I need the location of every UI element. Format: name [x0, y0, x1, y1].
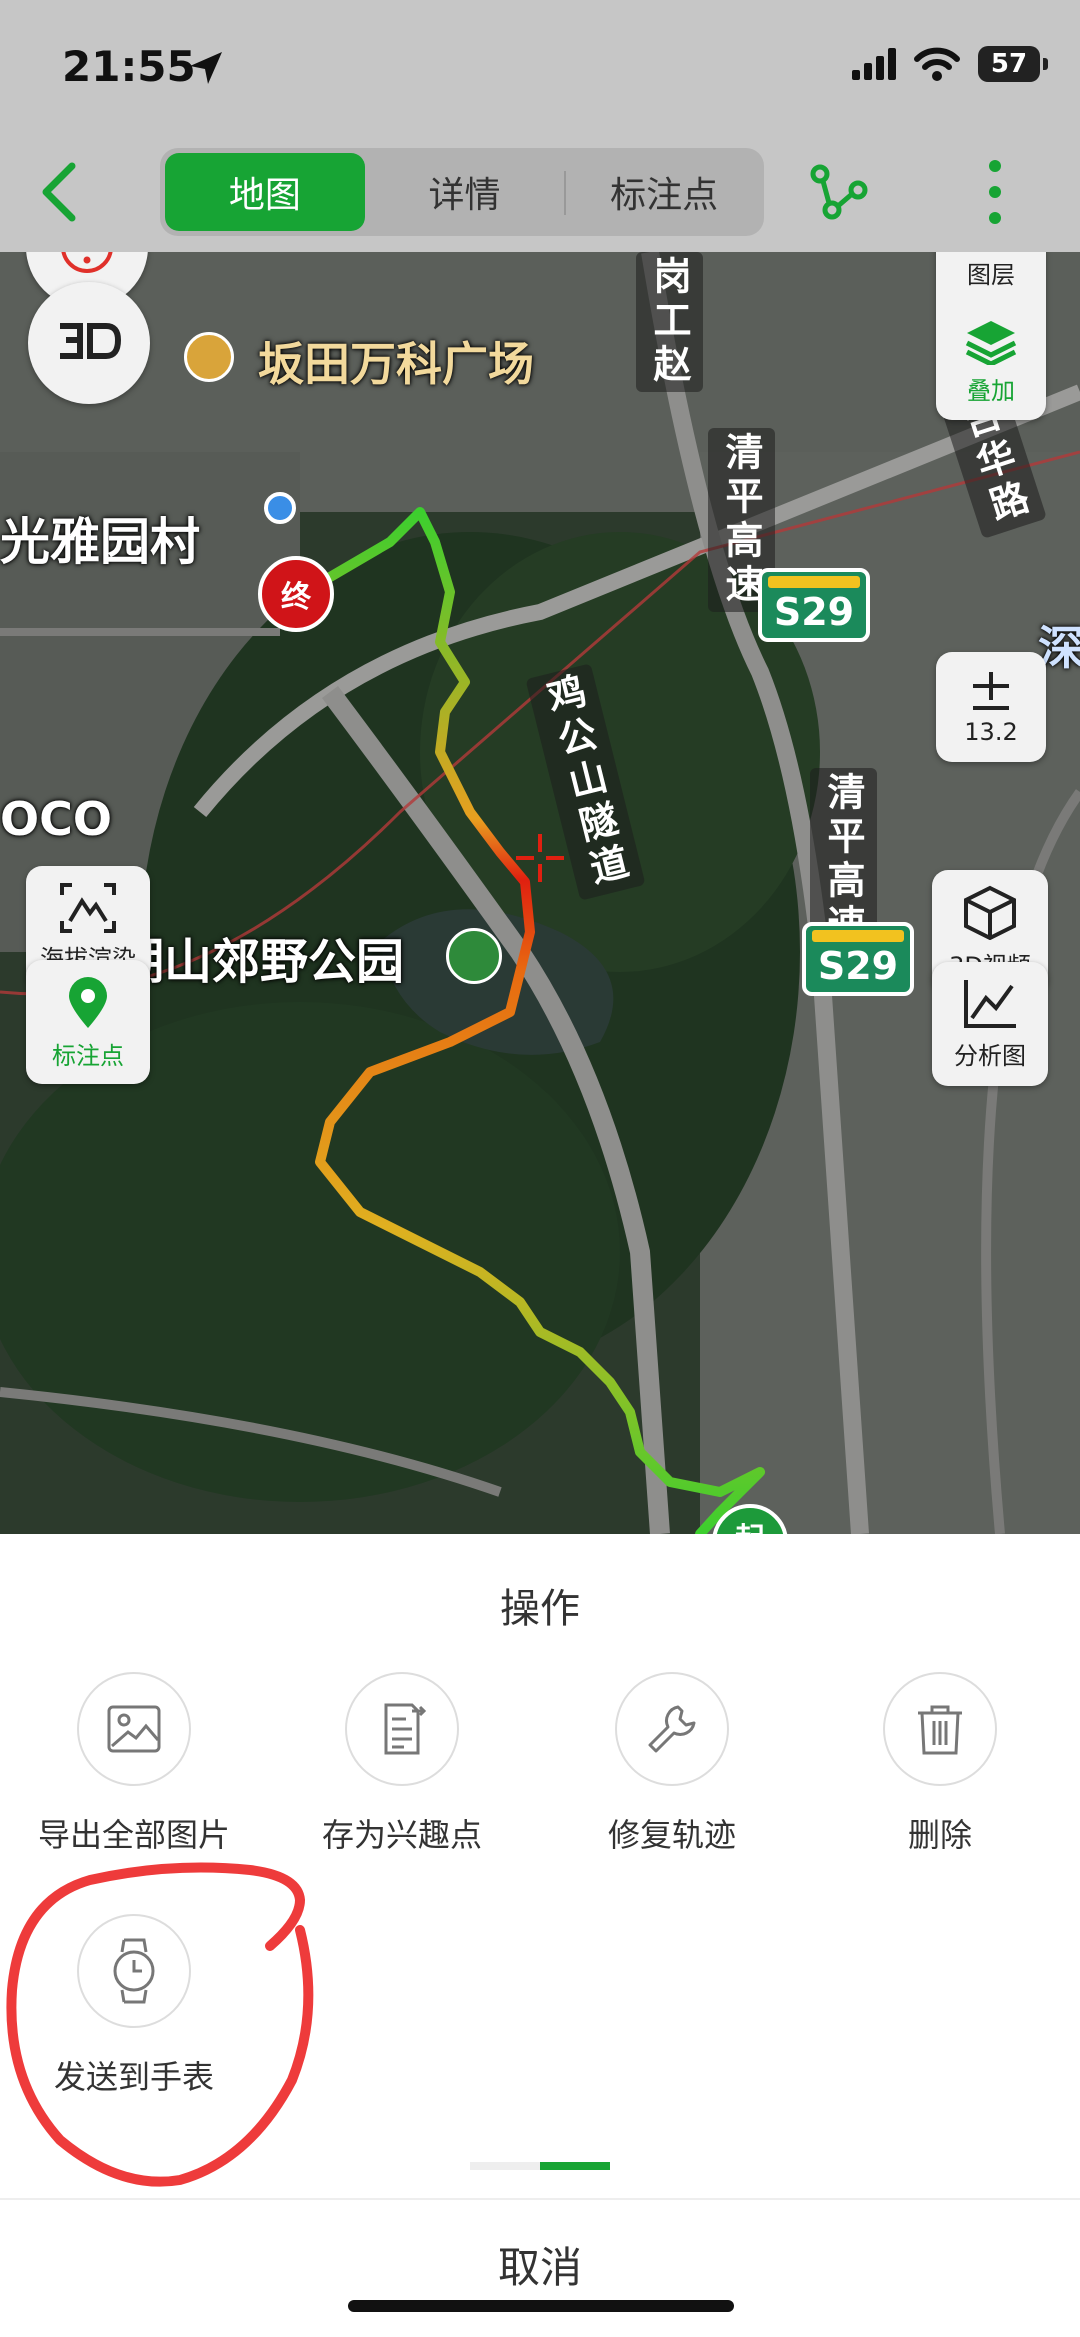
view-tabs: 地图 详情 标注点: [160, 148, 764, 236]
overlay-button[interactable]: 叠加: [965, 319, 1017, 406]
overlay-label: 叠加: [967, 376, 1015, 405]
map-view[interactable]: 坂田万科广场 光雅园村 银湖山郊野公园 OCO 岗工赵 清平高速 清平高速 吉华…: [0, 252, 1080, 1534]
page-dot-1: [470, 2162, 540, 2170]
repair-track-label: 修复轨迹: [607, 1816, 736, 1854]
layers-label: 图层: [967, 260, 1015, 289]
more-options-icon[interactable]: [980, 152, 1010, 232]
elevation-scan-icon: [60, 882, 116, 933]
tab-markers[interactable]: 标注点: [564, 153, 764, 231]
3d-mode-button[interactable]: [28, 282, 150, 404]
road-label-gushi: 岗工赵: [636, 252, 703, 392]
layer-panel: 图层 叠加: [936, 252, 1046, 420]
status-indicators: 57: [852, 46, 1048, 82]
save-poi-action[interactable]: 存为兴趣点: [292, 1672, 512, 1856]
cellular-signal-icon: [852, 48, 896, 80]
home-indicator: [348, 2300, 734, 2312]
tab-details[interactable]: 详情: [365, 153, 565, 231]
trash-icon: [918, 1705, 962, 1755]
route-end-marker[interactable]: 终: [258, 556, 334, 632]
stack-icon: [965, 320, 1017, 365]
analysis-label: 分析图: [954, 1041, 1026, 1070]
shopping-bag-icon: [184, 332, 234, 382]
status-time: 21:55: [62, 42, 196, 91]
page-indicator: [470, 2162, 610, 2170]
footprint-pin-icon: [69, 976, 107, 1028]
repair-track-action[interactable]: 修复轨迹: [562, 1672, 782, 1856]
zoom-plus-icon: [973, 672, 1009, 710]
layers-button[interactable]: 图层: [967, 252, 1015, 290]
wrench-icon: [648, 1705, 696, 1753]
send-to-watch-label: 发送到手表: [53, 2058, 214, 2096]
markers-label: 标注点: [52, 1041, 124, 1070]
satellite-map: [0, 252, 1080, 1534]
wifi-icon: [914, 47, 960, 81]
zoom-level: 13.2: [964, 718, 1018, 746]
village-label: 光雅园村: [0, 513, 200, 571]
delete-action[interactable]: 删除: [830, 1672, 1050, 1856]
poi-plaza-label: 坂田万科广场: [258, 337, 534, 391]
save-poi-label: 存为兴趣点: [321, 1816, 482, 1854]
highway-shield-s29-lower: S29: [802, 922, 914, 996]
sheet-divider: [0, 2198, 1080, 2200]
delete-label: 删除: [907, 1816, 972, 1854]
page-dot-2: [540, 2162, 610, 2170]
send-to-watch-action[interactable]: 发送到手表: [24, 1914, 244, 2098]
cancel-button[interactable]: 取消: [0, 2234, 1080, 2295]
3d-icon: [60, 323, 122, 359]
coco-label: OCO: [0, 792, 112, 846]
export-images-label: 导出全部图片: [37, 1816, 230, 1854]
battery-indicator: 57: [978, 46, 1048, 82]
watch-icon: [113, 1938, 155, 2004]
image-icon: [107, 1705, 161, 1753]
zoom-button[interactable]: 13.2: [936, 652, 1046, 762]
route-branch-icon[interactable]: [806, 160, 870, 224]
line-chart-icon: [964, 979, 1016, 1028]
sheet-title: 操作: [500, 1586, 580, 1632]
export-images-action[interactable]: 导出全部图片: [24, 1672, 244, 1856]
tab-map[interactable]: 地图: [165, 153, 365, 231]
action-sheet: 操作 导出全部图片 存为兴趣点 修复轨迹 删除 发送到手表 取消: [0, 1534, 1080, 2337]
analysis-button[interactable]: 分析图: [932, 962, 1048, 1086]
cube-icon: [964, 885, 1016, 940]
location-arrow-icon: [190, 52, 222, 84]
markers-button[interactable]: 标注点: [26, 960, 150, 1084]
tree-icon: [446, 928, 502, 984]
highway-shield-s29: S29: [758, 568, 870, 642]
back-button[interactable]: [30, 152, 90, 232]
top-bar: 21:55 57 地图 详情 标注点: [0, 0, 1080, 252]
document-export-icon: [384, 1703, 427, 1755]
